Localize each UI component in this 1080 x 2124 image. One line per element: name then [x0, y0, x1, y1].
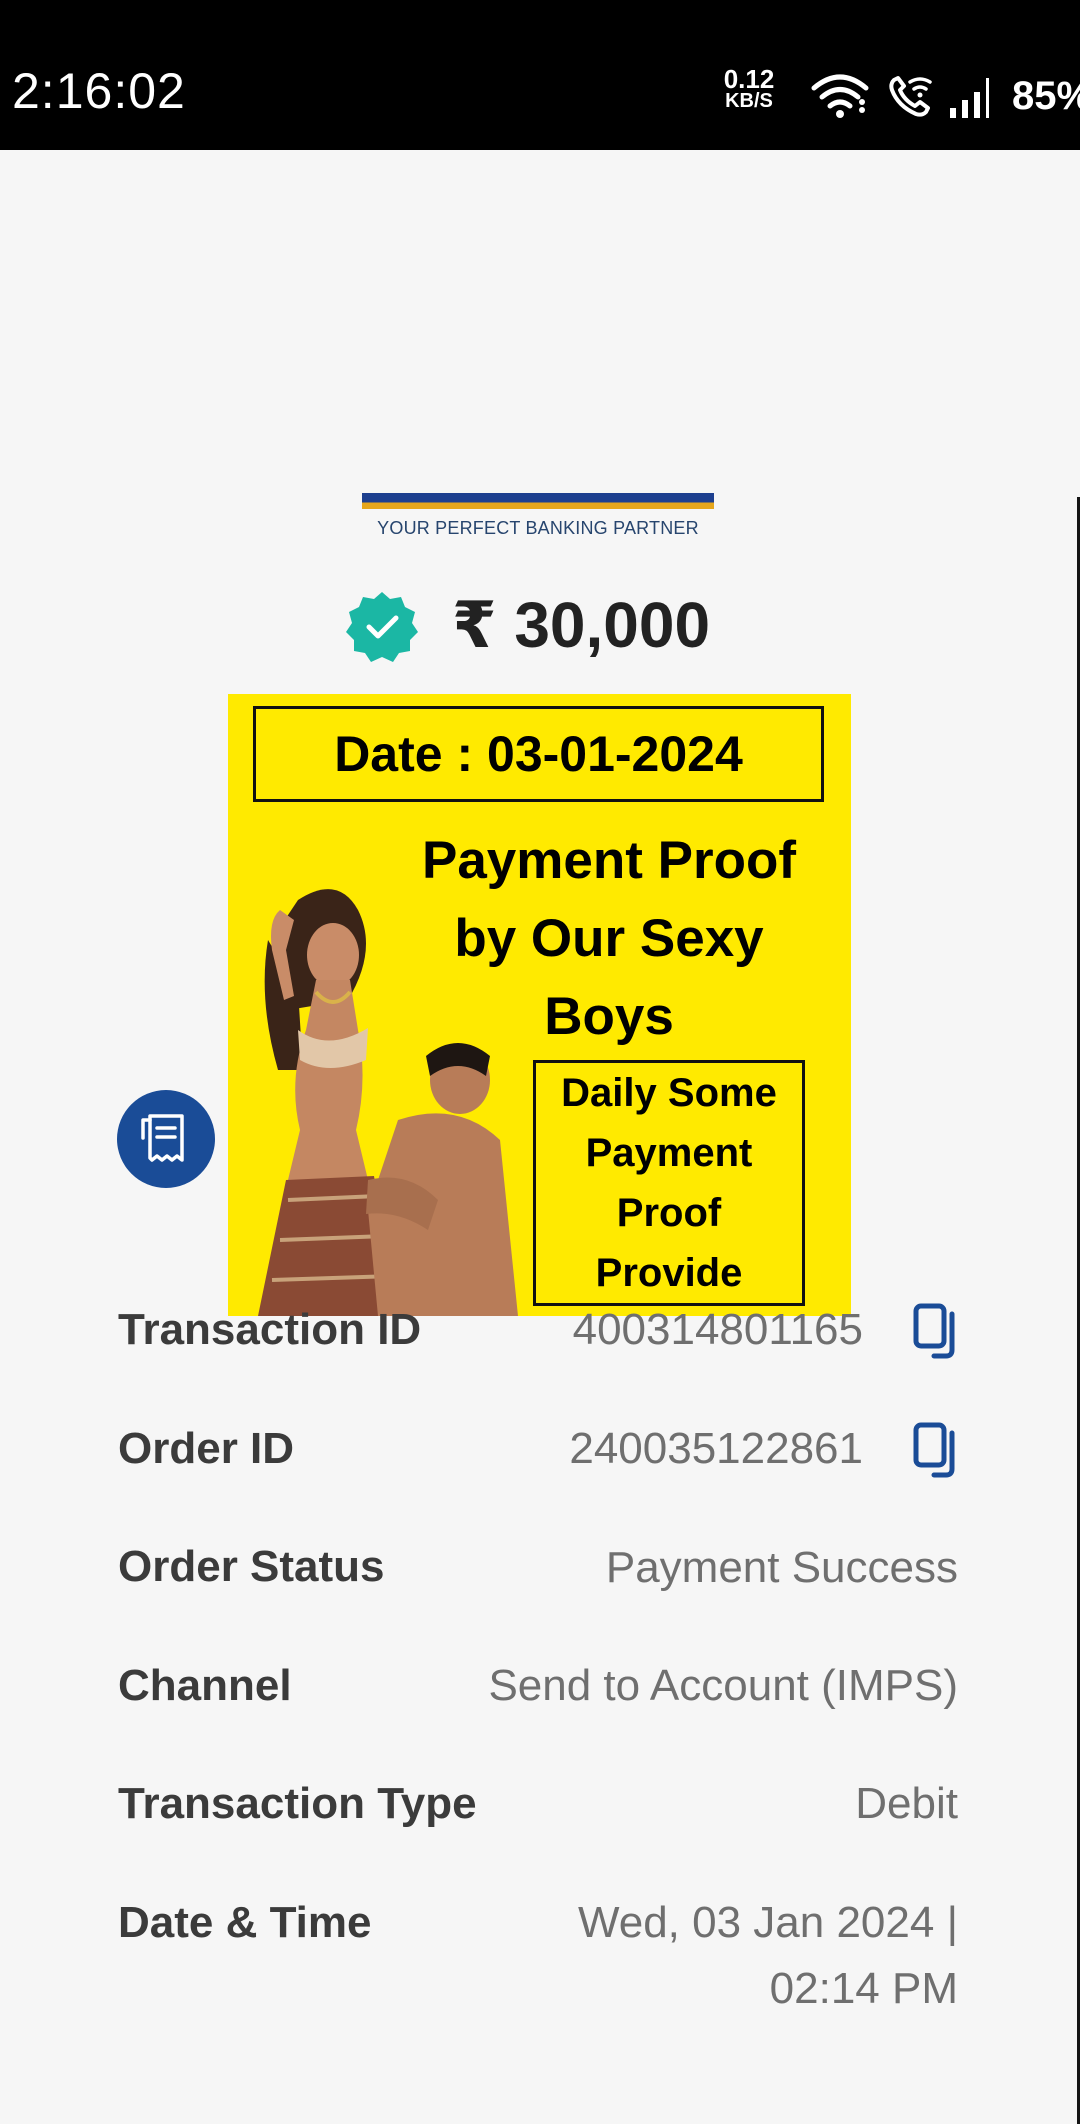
date-time-line: 02:14 PM — [769, 1964, 958, 2013]
transaction-type-label: Transaction Type — [118, 1779, 477, 1828]
verified-check-icon — [346, 592, 418, 662]
promo-banner: Date : 03-01-2024 Payment Proof by Our S… — [228, 694, 851, 1316]
payment-amount: ₹ 30,000 — [452, 589, 711, 661]
date-time-label: Date & Time — [118, 1898, 372, 1947]
bank-tagline: YOUR PERFECT BANKING PARTNER — [377, 518, 699, 538]
order-status-label: Order Status — [118, 1542, 385, 1591]
network-speed-unit: KB/S — [725, 90, 773, 112]
promo-box-line: Provide — [595, 1251, 743, 1295]
channel-value: Send to Account (IMPS) — [488, 1661, 958, 1710]
transaction-id-label: Transaction ID — [118, 1305, 422, 1354]
date-time-line: Wed, 03 Jan 2024 | — [578, 1898, 958, 1947]
status-bar: 2:16:02 0.12 KB/S 85% — [0, 0, 1080, 150]
bank-logo-bar — [362, 493, 714, 509]
copy-icon[interactable] — [910, 1419, 962, 1479]
date-time-value: Wed, 03 Jan 2024 | 02:14 PM — [578, 1890, 958, 2022]
promo-date: Date : 03-01-2024 — [253, 706, 824, 802]
battery-level: 85% — [1012, 74, 1080, 118]
signal-icon — [950, 78, 989, 118]
status-time: 2:16:02 — [12, 63, 186, 119]
receipt-icon[interactable] — [117, 1090, 215, 1188]
transaction-type-value: Debit — [855, 1779, 958, 1828]
promo-box: Daily Some Payment Proof Provide — [533, 1060, 805, 1306]
promo-box-line: Payment — [585, 1131, 753, 1175]
copy-icon[interactable] — [910, 1300, 962, 1360]
order-id-label: Order ID — [118, 1424, 295, 1473]
wifi-icon — [811, 74, 869, 118]
promo-photo — [258, 889, 518, 1316]
promo-box-line: Daily Some — [561, 1071, 777, 1115]
order-id-value: 240035122861 — [569, 1424, 863, 1473]
network-speed: 0.12 KB/S — [718, 64, 780, 112]
network-speed-value: 0.12 — [723, 64, 775, 94]
promo-box-line: Proof — [616, 1191, 722, 1235]
wifi-calling-icon — [889, 76, 932, 117]
channel-label: Channel — [118, 1661, 292, 1710]
order-status-value: Payment Success — [605, 1543, 958, 1592]
transaction-id-value: 400314801165 — [572, 1305, 863, 1354]
